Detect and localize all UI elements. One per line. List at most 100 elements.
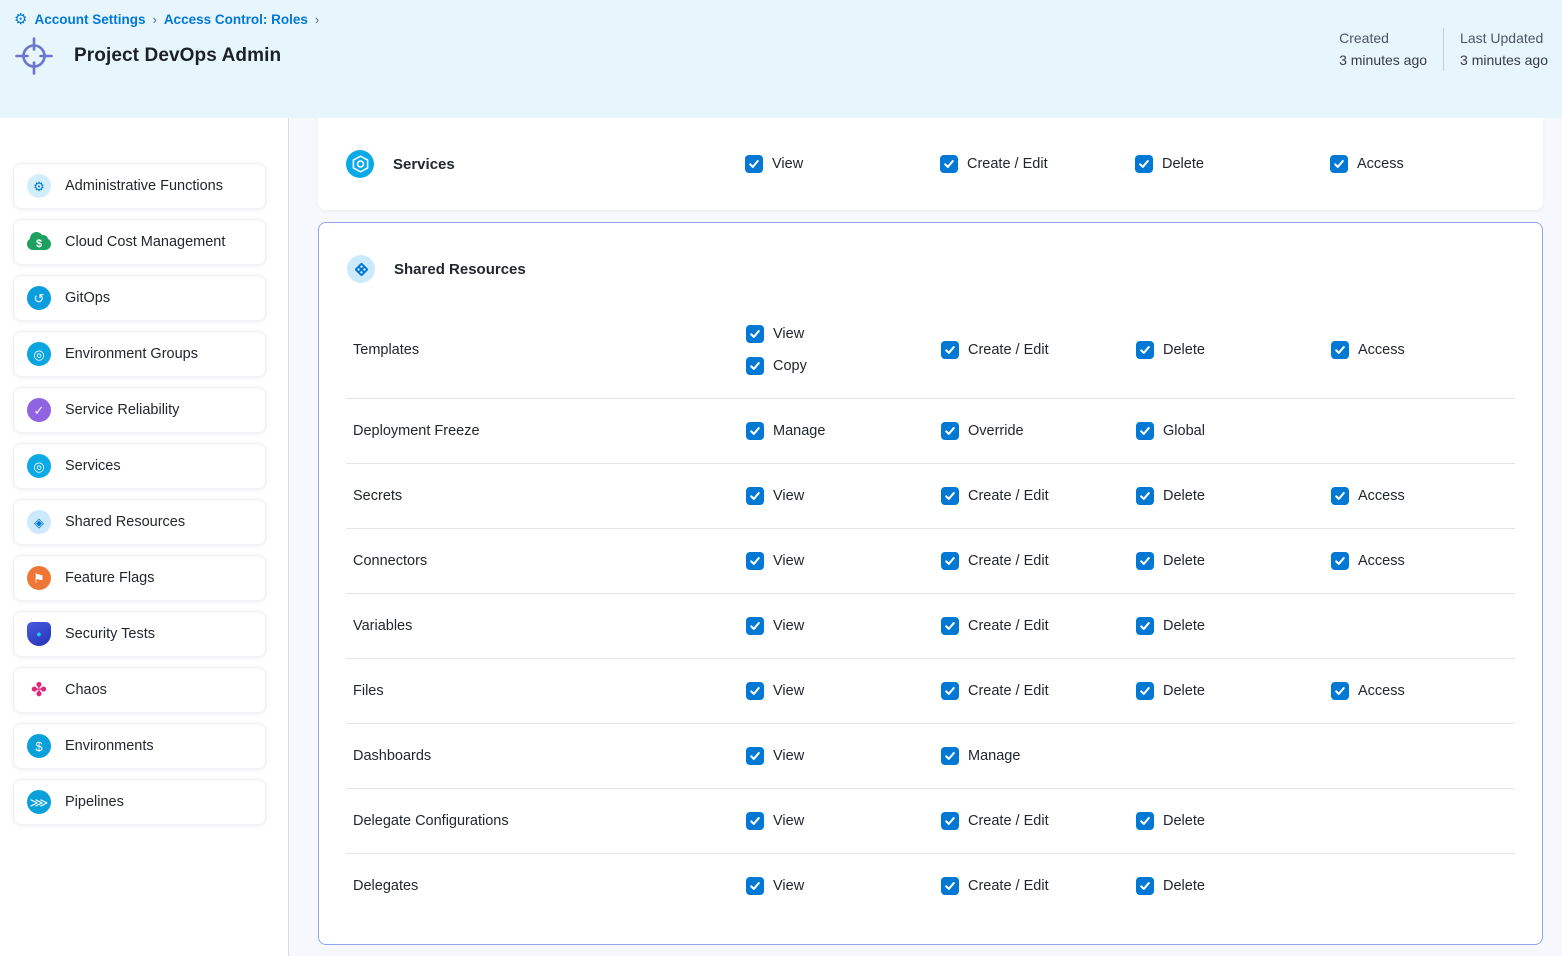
- checkbox-checked-icon[interactable]: [941, 552, 959, 570]
- permission-create-edit[interactable]: Create / Edit: [941, 812, 1049, 830]
- checkbox-checked-icon[interactable]: [941, 487, 959, 505]
- checkbox-checked-icon[interactable]: [1331, 487, 1349, 505]
- checkbox-checked-icon[interactable]: [1136, 487, 1154, 505]
- permission-delete[interactable]: Delete: [1136, 617, 1205, 635]
- sidebar-item-security-tests[interactable]: ● Security Tests: [13, 611, 266, 657]
- sidebar-item-pipelines[interactable]: ⋙ Pipelines: [13, 779, 266, 825]
- sidebar-item-service-reliability[interactable]: ✓ Service Reliability: [13, 387, 266, 433]
- permission-access[interactable]: Access: [1331, 552, 1405, 570]
- sidebar-item-environments[interactable]: $ Environments: [13, 723, 266, 769]
- permission-create-edit[interactable]: Create / Edit: [941, 552, 1049, 570]
- checkbox-checked-icon[interactable]: [1136, 877, 1154, 895]
- last-updated-meta: Last Updated 3 minutes ago: [1460, 28, 1548, 71]
- checkbox-checked-icon[interactable]: [746, 552, 764, 570]
- permission-column: Delete: [1136, 341, 1331, 359]
- permission-label: Delete: [1163, 683, 1205, 699]
- permission-view[interactable]: View: [746, 552, 804, 570]
- permission-label: View: [773, 326, 804, 342]
- section-title: Services: [393, 156, 455, 173]
- permission-access[interactable]: Access: [1331, 682, 1405, 700]
- checkbox-checked-icon[interactable]: [941, 682, 959, 700]
- sidebar-item-feature-flags[interactable]: ⚑ Feature Flags: [13, 555, 266, 601]
- breadcrumb-link-access-control-roles[interactable]: Access Control: Roles: [164, 12, 308, 27]
- checkbox-checked-icon[interactable]: [746, 357, 764, 375]
- permission-delete[interactable]: Delete: [1136, 877, 1205, 895]
- sidebar-item-cloud-cost-management[interactable]: $ Cloud Cost Management: [13, 219, 266, 265]
- permission-create-edit[interactable]: Create / Edit: [940, 155, 1048, 173]
- permission-column: Manage: [941, 747, 1136, 765]
- permission-view[interactable]: View: [745, 155, 803, 173]
- permission-view[interactable]: View: [746, 617, 804, 635]
- sidebar-item-administrative-functions[interactable]: ⚙ Administrative Functions: [13, 163, 266, 209]
- checkbox-checked-icon[interactable]: [1136, 617, 1154, 635]
- checkbox-checked-icon[interactable]: [941, 747, 959, 765]
- permission-copy[interactable]: Copy: [746, 357, 807, 375]
- permission-manage[interactable]: Manage: [746, 422, 825, 440]
- permission-create-edit[interactable]: Create / Edit: [941, 341, 1049, 359]
- permission-view[interactable]: View: [746, 877, 804, 895]
- permission-view[interactable]: View: [746, 682, 804, 700]
- permission-delete[interactable]: Delete: [1136, 682, 1205, 700]
- sidebar-item-shared-resources[interactable]: ◈ Shared Resources: [13, 499, 266, 545]
- permission-delete[interactable]: Delete: [1136, 341, 1205, 359]
- permission-view[interactable]: View: [746, 487, 804, 505]
- checkbox-checked-icon[interactable]: [746, 682, 764, 700]
- permission-create-edit[interactable]: Create / Edit: [941, 487, 1049, 505]
- permission-global[interactable]: Global: [1136, 422, 1205, 440]
- checkbox-checked-icon[interactable]: [1136, 812, 1154, 830]
- checkbox-checked-icon[interactable]: [1136, 682, 1154, 700]
- security-shield-icon: ●: [27, 622, 51, 646]
- sidebar-item-services[interactable]: ◎ Services: [13, 443, 266, 489]
- sidebar-item-label: Environments: [65, 738, 154, 754]
- permission-override[interactable]: Override: [941, 422, 1024, 440]
- sidebar-item-environment-groups[interactable]: ◎ Environment Groups: [13, 331, 266, 377]
- checkbox-checked-icon[interactable]: [745, 155, 763, 173]
- checkbox-checked-icon[interactable]: [941, 812, 959, 830]
- checkbox-checked-icon[interactable]: [941, 877, 959, 895]
- permission-column: Global: [1136, 422, 1331, 440]
- checkbox-checked-icon[interactable]: [746, 487, 764, 505]
- permission-label: View: [773, 618, 804, 634]
- checkbox-checked-icon[interactable]: [940, 155, 958, 173]
- permission-column: Create / Edit: [941, 341, 1136, 359]
- checkbox-checked-icon[interactable]: [941, 617, 959, 635]
- permission-view[interactable]: View: [746, 747, 804, 765]
- permission-manage[interactable]: Manage: [941, 747, 1020, 765]
- checkbox-checked-icon[interactable]: [1331, 682, 1349, 700]
- checkbox-checked-icon[interactable]: [1330, 155, 1348, 173]
- permission-access[interactable]: Access: [1331, 487, 1405, 505]
- checkbox-checked-icon[interactable]: [746, 422, 764, 440]
- checkbox-checked-icon[interactable]: [1135, 155, 1153, 173]
- gitops-sync-icon: ↺: [27, 286, 51, 310]
- checkbox-checked-icon[interactable]: [746, 812, 764, 830]
- permission-delete[interactable]: Delete: [1136, 552, 1205, 570]
- page-header: ⚙ Account Settings › Access Control: Rol…: [0, 0, 1562, 118]
- permission-access[interactable]: Access: [1330, 155, 1404, 173]
- checkbox-checked-icon[interactable]: [1136, 341, 1154, 359]
- permission-access[interactable]: Access: [1331, 341, 1405, 359]
- sidebar-item-chaos[interactable]: ✤ Chaos: [13, 667, 266, 713]
- checkbox-checked-icon[interactable]: [746, 325, 764, 343]
- checkbox-checked-icon[interactable]: [941, 341, 959, 359]
- checkbox-checked-icon[interactable]: [746, 747, 764, 765]
- checkbox-checked-icon[interactable]: [941, 422, 959, 440]
- permission-delete[interactable]: Delete: [1135, 155, 1204, 173]
- permission-delete[interactable]: Delete: [1136, 812, 1205, 830]
- checkbox-checked-icon[interactable]: [1136, 422, 1154, 440]
- checkbox-checked-icon[interactable]: [1331, 341, 1349, 359]
- permission-create-edit[interactable]: Create / Edit: [941, 617, 1049, 635]
- permission-create-edit[interactable]: Create / Edit: [941, 877, 1049, 895]
- checkbox-checked-icon[interactable]: [1331, 552, 1349, 570]
- permission-row-secrets: Secrets ViewCreate / EditDeleteAccess: [319, 464, 1542, 528]
- checkbox-checked-icon[interactable]: [746, 617, 764, 635]
- sidebar-item-gitops[interactable]: ↺ GitOps: [13, 275, 266, 321]
- breadcrumb-link-account-settings[interactable]: Account Settings: [34, 12, 145, 27]
- permission-column: Delete: [1136, 877, 1331, 895]
- permission-view[interactable]: View: [746, 325, 804, 343]
- checkbox-checked-icon[interactable]: [1136, 552, 1154, 570]
- permission-create-edit[interactable]: Create / Edit: [941, 682, 1049, 700]
- permission-delete[interactable]: Delete: [1136, 487, 1205, 505]
- permission-view[interactable]: View: [746, 812, 804, 830]
- permission-row-connectors: Connectors ViewCreate / EditDeleteAccess: [319, 529, 1542, 593]
- checkbox-checked-icon[interactable]: [746, 877, 764, 895]
